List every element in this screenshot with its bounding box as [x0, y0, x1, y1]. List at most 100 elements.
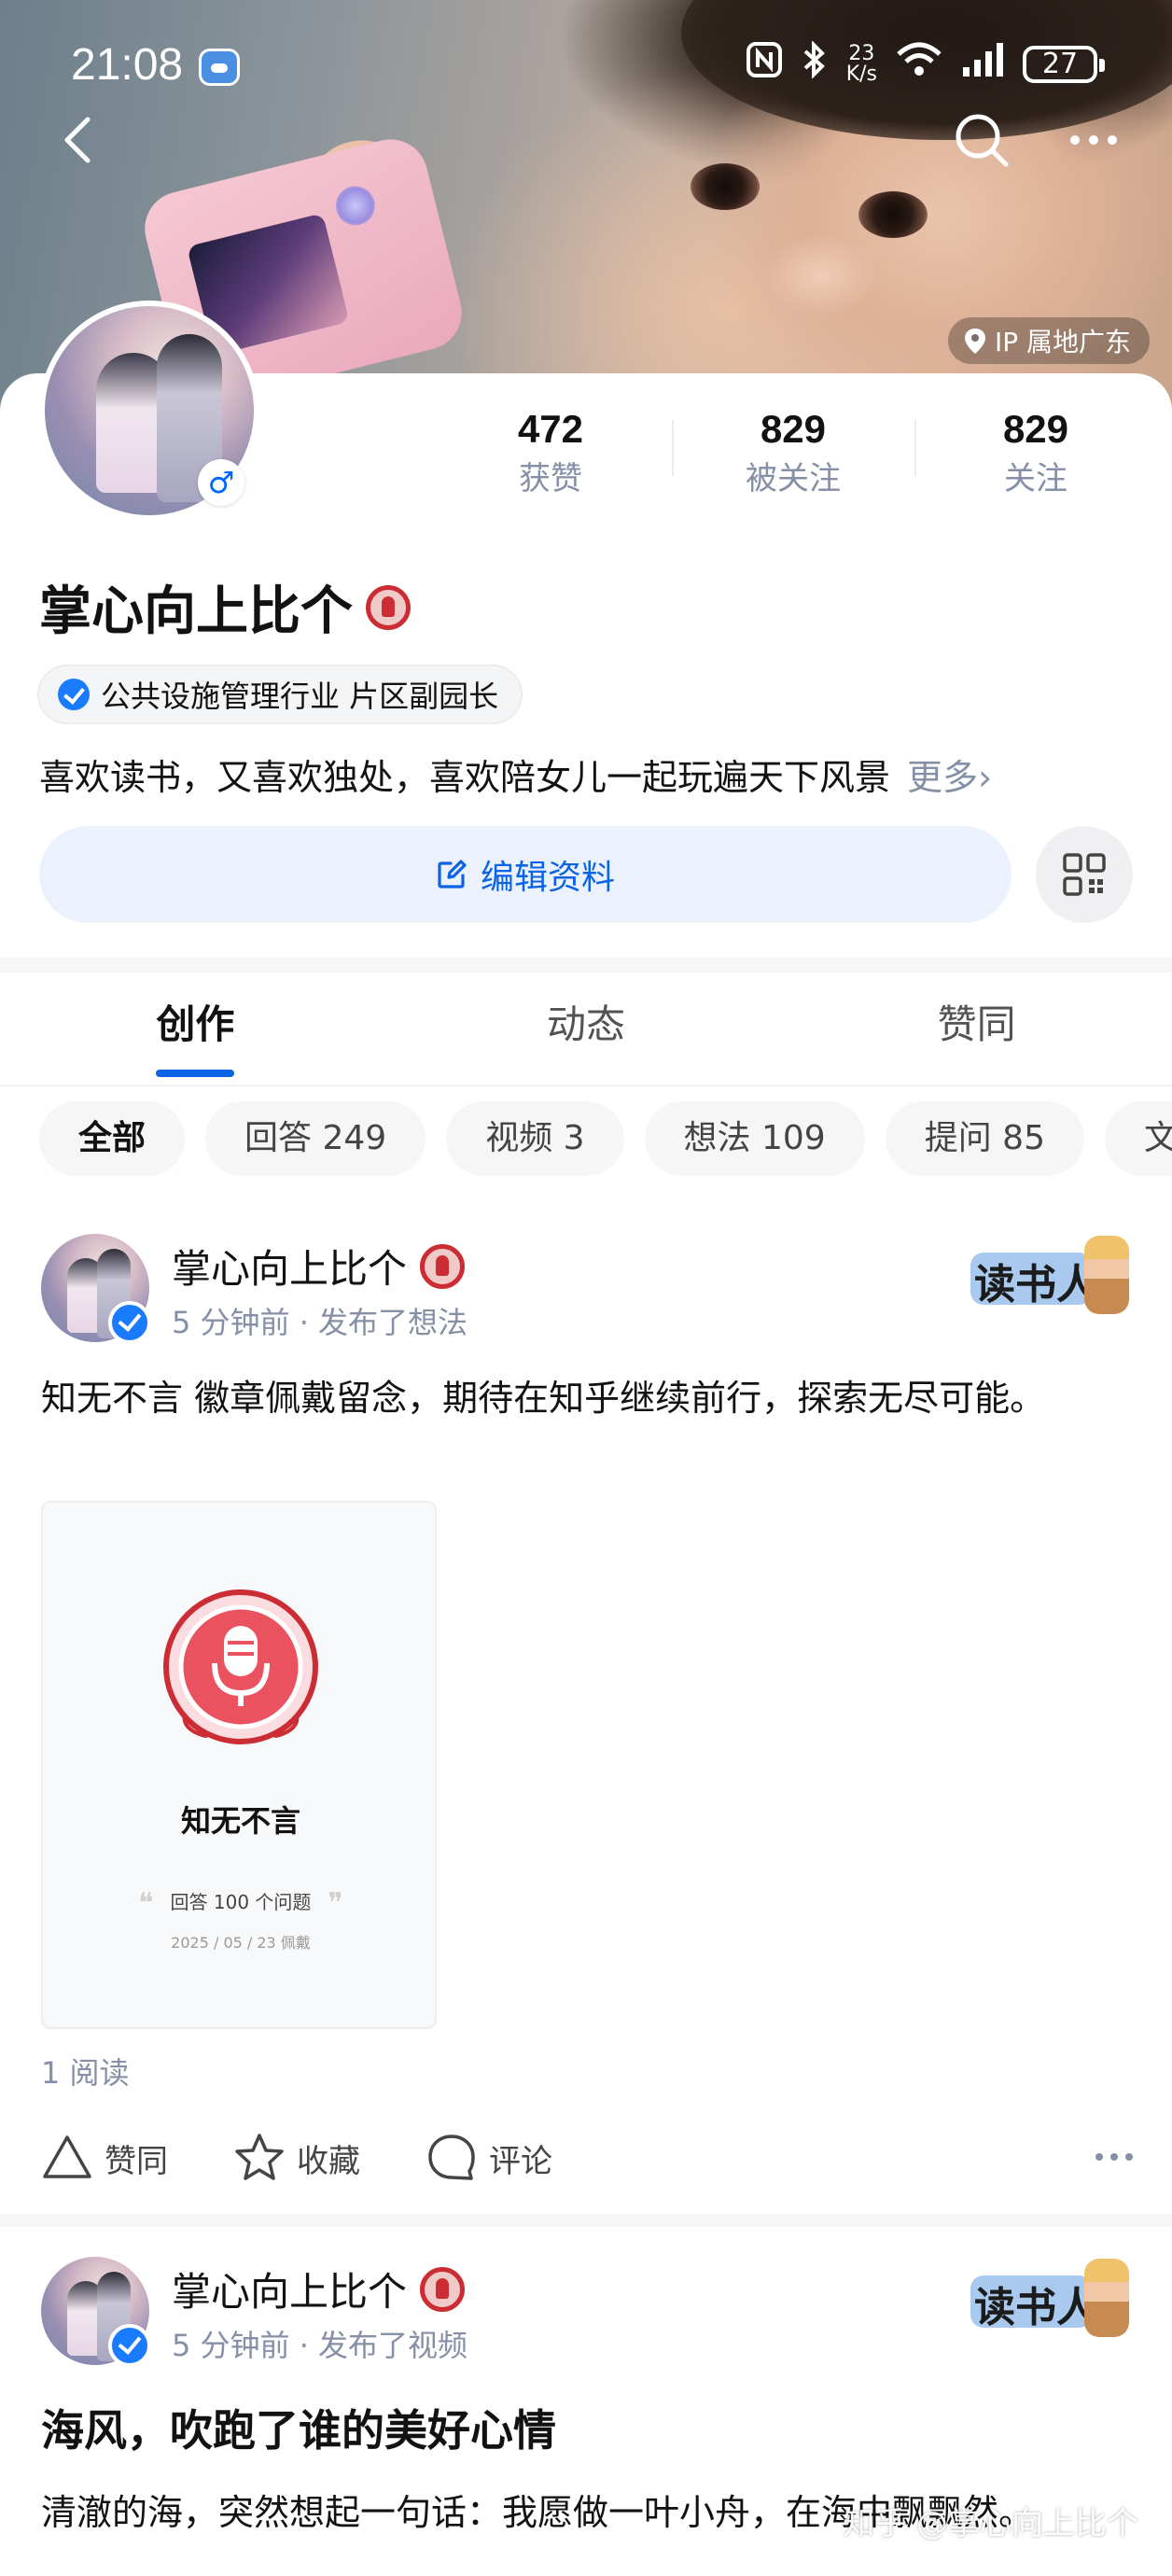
read-count: 1 阅读 — [41, 2055, 130, 2091]
qr-code-icon — [1063, 853, 1106, 896]
toy-camera-lens — [331, 181, 380, 230]
search-icon[interactable] — [952, 110, 1012, 170]
post-title[interactable]: 海风，吹跑了谁的美好心情 — [41, 2397, 556, 2458]
tab-creations[interactable]: 创作 — [0, 980, 391, 1083]
quote-close-icon: ❞ — [328, 1887, 343, 1920]
post-actions: 赞同 收藏 评论 — [41, 2121, 1133, 2195]
section-divider — [0, 958, 1172, 973]
bluetooth-icon — [802, 40, 828, 88]
content-tabs: 创作 动态 赞同 — [0, 980, 1172, 1083]
qr-code-button[interactable] — [1036, 826, 1133, 923]
profile-name: 掌心向上比个 — [39, 569, 411, 645]
status-bar: 21:08 23 K/s 27 — [0, 35, 1172, 101]
profile-name-text: 掌心向上比个 — [39, 581, 353, 642]
star-icon — [235, 2134, 284, 2180]
comment-label: 评论 — [489, 2142, 552, 2180]
post-header: 掌心向上比个 5 分钟前 · 发布了想法 读书人 — [41, 1234, 1133, 1346]
reader-badge-icon[interactable]: 读书人 — [970, 1234, 1129, 1316]
stat-value: 472 — [517, 407, 584, 451]
badge-name: 知无不言 — [180, 1803, 300, 1839]
post-text[interactable]: 知无不言 徽章佩戴留念，期待在知乎继续前行，探索无尽可能。 — [41, 1374, 1133, 1422]
reader-badge-text: 读书人 — [974, 2284, 1097, 2331]
post-more-icon[interactable] — [1095, 2153, 1133, 2163]
stat-label: 被关注 — [746, 460, 841, 497]
post-meta: 5 分钟前 · 发布了想法 — [172, 1305, 468, 1340]
verified-check-icon — [108, 2324, 151, 2367]
speed-unit: K/s — [845, 63, 877, 86]
top-nav — [0, 103, 1172, 177]
medal-badge-icon — [420, 2266, 466, 2312]
reader-badge-icon[interactable]: 读书人 — [970, 2257, 1129, 2339]
stat-following[interactable]: 829 关注 — [914, 403, 1157, 506]
reader-badge-figure — [1084, 1236, 1129, 1314]
reader-badge-text: 读书人 — [974, 1261, 1097, 1309]
back-arrow-icon[interactable] — [52, 112, 108, 168]
tabs-divider — [0, 1085, 1172, 1086]
edit-profile-label: 编辑资料 — [480, 859, 615, 897]
favorite-label: 收藏 — [297, 2142, 360, 2180]
filter-thoughts[interactable]: 想法 109 — [644, 1101, 865, 1176]
badge-image-card[interactable]: 知无不言 ❝ 回答 100 个问题 ❞ 2025 / 05 / 23 佩戴 — [41, 1501, 437, 2029]
status-icons: 23 K/s 27 — [746, 40, 1105, 88]
filter-questions[interactable]: 提问 85 — [885, 1101, 1084, 1176]
filter-all[interactable]: 全部 — [39, 1101, 186, 1176]
post-meta: 5 分钟前 · 发布了视频 — [172, 2328, 468, 2363]
watermark: 知乎 @掌心向上比个 — [843, 2505, 1138, 2542]
stat-label: 关注 — [1004, 460, 1067, 497]
comment-button[interactable]: 评论 — [426, 2132, 552, 2184]
nfc-icon — [746, 41, 783, 88]
stat-value: 829 — [1002, 407, 1069, 451]
edit-profile-button[interactable]: 编辑资料 — [39, 826, 1012, 923]
post-author[interactable]: 掌心向上比个 — [172, 1238, 466, 1295]
favorite-button[interactable]: 收藏 — [233, 2132, 360, 2184]
reader-badge-figure — [1084, 2259, 1129, 2337]
bio-text: 喜欢读书，又喜欢独处，喜欢陪女儿一起玩遍天下风景 — [39, 757, 891, 798]
gender-male-icon: ♂ — [198, 459, 244, 506]
stat-followers[interactable]: 829 被关注 — [672, 403, 914, 506]
badge-requirement-text: 回答 100 个问题 — [170, 1891, 312, 1913]
verified-check-icon — [108, 1301, 151, 1344]
post-author-name: 掌心向上比个 — [172, 1246, 408, 1292]
quote-open-icon: ❝ — [138, 1887, 154, 1920]
stat-label: 获赞 — [519, 460, 582, 497]
upvote-triangle-icon — [43, 2135, 91, 2178]
profile-stats: 472 获赞 829 被关注 829 关注 — [429, 403, 1157, 506]
comment-bubble-icon — [428, 2135, 475, 2180]
industry-tag-text: 公共设施管理行业 片区副园长 — [101, 679, 499, 714]
filter-answers[interactable]: 回答 249 — [205, 1101, 426, 1176]
feed-post: 掌心向上比个 5 分钟前 · 发布了想法 读书人 知无不言 徽章佩戴留念，期待在… — [0, 1234, 1172, 2201]
post-header: 掌心向上比个 5 分钟前 · 发布了视频 读书人 — [41, 2257, 1133, 2369]
tab-activity[interactable]: 动态 — [391, 980, 782, 1083]
profile-bio: 喜欢读书，又喜欢独处，喜欢陪女儿一起玩遍天下风景 更多› — [39, 749, 992, 800]
bio-more-link[interactable]: 更多› — [907, 757, 992, 798]
stat-value: 829 — [760, 407, 827, 451]
badge-requirement: ❝ 回答 100 个问题 ❞ — [43, 1887, 439, 1920]
post-author[interactable]: 掌心向上比个 — [172, 2261, 466, 2317]
badge-emblem-icon — [163, 1589, 318, 1744]
cover-eye-right — [858, 191, 928, 238]
signal-icon — [961, 41, 1004, 88]
edit-icon — [438, 860, 467, 889]
filter-videos[interactable]: 视频 3 — [446, 1101, 624, 1176]
verified-check-icon — [58, 679, 90, 710]
more-options-icon[interactable] — [1064, 121, 1123, 159]
battery-icon: 27 — [1023, 46, 1105, 83]
industry-tag[interactable]: 公共设施管理行业 片区副园长 — [37, 665, 523, 724]
stat-likes[interactable]: 472 获赞 — [429, 403, 672, 506]
badge-date: 2025 / 05 / 23 佩戴 — [171, 1934, 311, 1952]
filter-articles[interactable]: 文 — [1104, 1101, 1172, 1176]
upvote-label: 赞同 — [105, 2142, 168, 2180]
message-notification-icon — [199, 49, 240, 86]
upvote-button[interactable]: 赞同 — [41, 2132, 168, 2184]
post-separator — [0, 2214, 1172, 2227]
filter-chips: 全部 回答 249 视频 3 想法 109 提问 85 文 — [39, 1101, 1172, 1180]
location-pin-icon — [964, 329, 985, 354]
ip-location-badge: IP 属地广东 — [947, 317, 1150, 364]
post-author-name: 掌心向上比个 — [172, 2269, 408, 2315]
medal-badge-icon[interactable] — [366, 584, 411, 630]
wifi-icon — [896, 41, 942, 88]
tab-upvotes[interactable]: 赞同 — [781, 980, 1172, 1083]
status-time: 21:08 — [71, 40, 184, 90]
ip-location-text: IP 属地广东 — [994, 327, 1131, 357]
medal-badge-icon — [420, 1243, 466, 1289]
